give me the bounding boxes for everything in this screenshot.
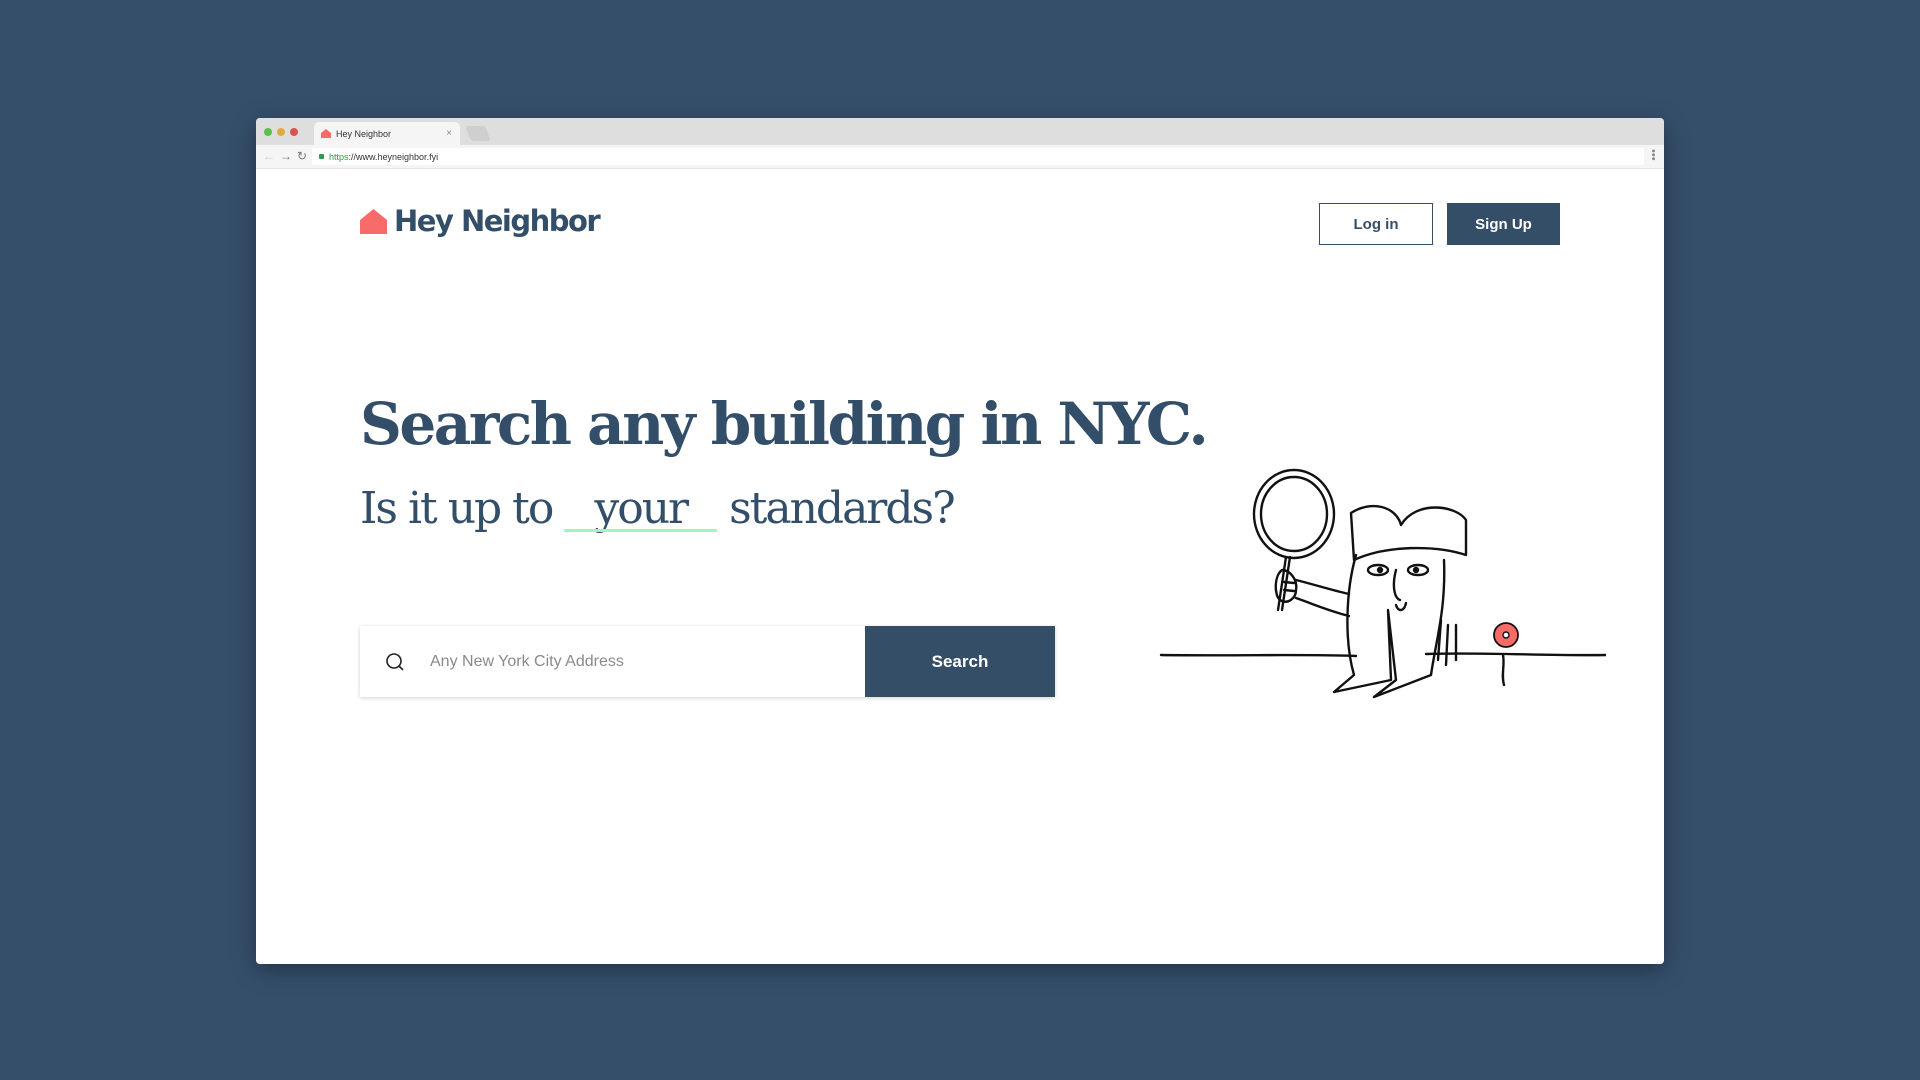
magnifying-glass-icon xyxy=(1252,468,1336,612)
search-button[interactable]: Search xyxy=(865,626,1055,697)
tab-bar: Hey Neighbor × xyxy=(256,118,1664,145)
hero-headline: Search any building in NYC. xyxy=(360,390,1209,458)
browser-tab[interactable]: Hey Neighbor × xyxy=(314,122,460,145)
back-arrow-icon[interactable]: ← xyxy=(263,149,275,163)
close-tab-icon[interactable]: × xyxy=(446,128,452,139)
character-body xyxy=(1332,553,1446,699)
maximize-window-button[interactable] xyxy=(264,128,272,136)
subhead-prefix: Is it up to xyxy=(360,483,554,534)
close-window-button[interactable] xyxy=(290,128,298,136)
logo-text: Hey Neighbor xyxy=(394,204,601,238)
hero-subheadline: Is it up to your standards? xyxy=(360,483,956,534)
browser-menu-icon[interactable]: ••• xyxy=(1647,149,1659,161)
subhead-suffix: standards? xyxy=(729,483,956,534)
login-button[interactable]: Log in xyxy=(1319,203,1433,245)
search-bar: Search xyxy=(360,626,1055,697)
address-bar: ← → ↻ https ://www.heyneighbor.fyi ••• xyxy=(256,145,1664,169)
new-tab-button[interactable] xyxy=(465,126,491,141)
character-arm xyxy=(1294,578,1351,618)
minimize-window-button[interactable] xyxy=(277,128,285,136)
character-hat xyxy=(1349,504,1468,562)
lock-icon xyxy=(319,154,324,159)
url-scheme: https xyxy=(329,151,349,162)
url-text: ://www.heyneighbor.fyi xyxy=(348,151,439,162)
house-icon xyxy=(321,129,331,138)
tab-title: Hey Neighbor xyxy=(336,128,392,139)
ground-line xyxy=(1159,652,1606,658)
logo[interactable]: Hey Neighbor xyxy=(360,204,601,238)
signup-button[interactable]: Sign Up xyxy=(1447,203,1560,245)
neighbor-character-illustration xyxy=(1159,468,1606,699)
character-fingers xyxy=(1436,618,1458,667)
search-icon xyxy=(360,626,430,697)
browser-window: Hey Neighbor × ← → ↻ https ://www.heynei… xyxy=(256,118,1664,964)
url-field[interactable]: https ://www.heyneighbor.fyi xyxy=(312,148,1644,165)
house-icon xyxy=(360,208,387,234)
page-content: Hey Neighbor Log in Sign Up Search any b… xyxy=(256,170,1664,964)
reload-icon[interactable]: ↻ xyxy=(297,149,307,163)
forward-arrow-icon[interactable]: → xyxy=(280,149,292,163)
subhead-emphasis: your xyxy=(564,483,717,534)
character-face xyxy=(1366,563,1430,612)
address-search-input[interactable] xyxy=(430,626,865,697)
